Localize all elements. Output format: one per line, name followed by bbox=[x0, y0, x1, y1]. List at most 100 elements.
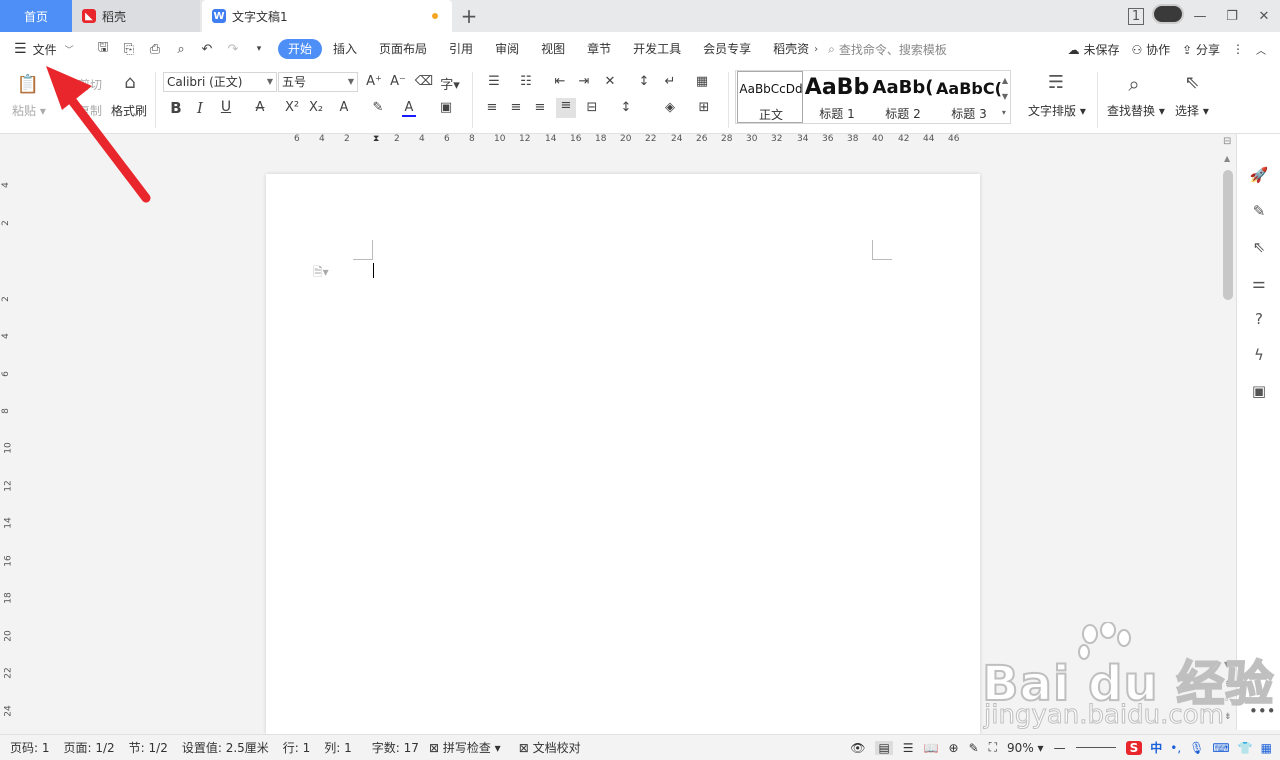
tab-insert[interactable]: 插入 bbox=[322, 39, 368, 59]
collab-button[interactable]: ⚇ 协作 bbox=[1132, 41, 1171, 58]
align-right-icon[interactable]: ≡ bbox=[530, 100, 550, 115]
status-pages[interactable]: 页面: 1/2 bbox=[64, 739, 115, 756]
tab-page-layout[interactable]: 页面布局 bbox=[368, 39, 438, 59]
style-normal[interactable]: AaBbCcDd 正文 bbox=[737, 71, 803, 123]
vertical-ruler[interactable]: 4 2 2 4 6 8 10 12 14 16 18 20 22 24 bbox=[0, 148, 16, 730]
sort-icon[interactable]: ↕ bbox=[634, 74, 654, 89]
indent-marker-icon[interactable]: ⧗ bbox=[373, 134, 381, 148]
font-color-icon[interactable]: A bbox=[402, 100, 416, 117]
document-page[interactable]: 🗎▾ bbox=[266, 174, 980, 734]
strikethrough-icon[interactable]: A bbox=[250, 100, 270, 115]
paragraph-icon[interactable]: 🗎▾ bbox=[313, 263, 329, 284]
style-heading-3[interactable]: AaBbC( 标题 3 bbox=[936, 71, 1002, 123]
numbering-icon[interactable]: ☷ bbox=[516, 74, 536, 89]
tab-chapter[interactable]: 章节 bbox=[576, 39, 622, 59]
print-icon[interactable]: ⎙ bbox=[144, 42, 166, 57]
redo-icon[interactable]: ↷ bbox=[222, 42, 244, 57]
font-name-select[interactable]: Calibri (正文) ▼ bbox=[163, 72, 277, 92]
pen-icon[interactable]: ✎ bbox=[1249, 202, 1269, 222]
fit-page-icon[interactable]: ⛶ bbox=[989, 740, 997, 755]
close-button[interactable]: ✕ bbox=[1248, 9, 1280, 24]
read-view-icon[interactable]: 📖 bbox=[924, 741, 939, 755]
ime-toolbar[interactable]: S 中 •, 🎙 ⌨ 👕 ▦ bbox=[1125, 739, 1272, 756]
line-spacing-icon[interactable]: ↕ bbox=[616, 100, 636, 115]
justify-icon[interactable]: ≡ bbox=[556, 98, 576, 118]
gallery-icon[interactable]: ▣ bbox=[1249, 382, 1269, 402]
scroll-up-icon[interactable]: ▲ bbox=[1224, 154, 1230, 163]
font-size-select[interactable]: 五号 ▼ bbox=[278, 72, 358, 92]
style-heading-1[interactable]: AaBb 标题 1 bbox=[804, 71, 870, 123]
paste-icon[interactable]: 📋 bbox=[16, 74, 40, 98]
add-tab-button[interactable]: + bbox=[452, 0, 486, 32]
doc-check-button[interactable]: ⊠ 文档校对 bbox=[519, 739, 581, 756]
sliders-icon[interactable]: ⚌ bbox=[1249, 274, 1269, 294]
pointer-icon[interactable]: ⇖ bbox=[1249, 238, 1269, 258]
shading-icon[interactable]: ◈ bbox=[660, 100, 680, 115]
web-view-icon[interactable]: ⊕ bbox=[949, 741, 959, 755]
tab-home[interactable]: 首页 bbox=[0, 0, 72, 32]
select-button[interactable]: 选择 ▾ bbox=[1175, 102, 1209, 119]
increase-indent-icon[interactable]: ⇥ bbox=[574, 74, 594, 89]
superscript-icon[interactable]: X² bbox=[282, 100, 302, 115]
tab-references[interactable]: 引用 bbox=[438, 39, 484, 59]
bullets-icon[interactable]: ☰ bbox=[484, 74, 504, 89]
tab-daoke-resources[interactable]: 稻壳资 bbox=[762, 39, 820, 59]
text-effect-icon[interactable]: A bbox=[334, 100, 354, 115]
page-badge-icon[interactable]: 1 bbox=[1120, 7, 1152, 25]
scrollbar-thumb[interactable] bbox=[1223, 170, 1233, 300]
lightning-icon[interactable]: ϟ bbox=[1249, 346, 1269, 366]
share-button[interactable]: ⇪ 分享 bbox=[1182, 41, 1220, 58]
underline-button[interactable]: U bbox=[216, 99, 236, 115]
status-page-number[interactable]: 页码: 1 bbox=[10, 739, 50, 756]
text-layout-button[interactable]: 文字排版 ▾ bbox=[1028, 102, 1086, 119]
zoom-slider[interactable] bbox=[1075, 747, 1116, 748]
tab-review[interactable]: 审阅 bbox=[484, 39, 530, 59]
outline-view-icon[interactable]: ☰ bbox=[903, 741, 914, 755]
tab-daoke[interactable]: ◣ 稻壳 bbox=[72, 0, 200, 32]
style-heading-2[interactable]: AaBb( 标题 2 bbox=[870, 71, 936, 123]
status-row[interactable]: 行: 1 bbox=[283, 739, 311, 756]
more-tabs-icon[interactable]: › bbox=[814, 44, 818, 55]
write-view-icon[interactable]: ✎ bbox=[969, 741, 979, 755]
tab-document[interactable]: W 文字文稿1 bbox=[202, 0, 452, 32]
more-icon[interactable]: ⋮ bbox=[1232, 42, 1244, 56]
highlight-icon[interactable]: ✎ bbox=[368, 100, 388, 115]
chinese-layout-icon[interactable]: ✕ bbox=[600, 74, 620, 89]
horizontal-ruler[interactable]: ⧗ 6 4 2 2 4 6 8 10 12 14 16 18 20 22 24 26 28 30 32 34 36 38 4… bbox=[0, 134, 1222, 148]
tab-view[interactable]: 视图 bbox=[530, 39, 576, 59]
distribute-icon[interactable]: ⊟ bbox=[582, 100, 602, 115]
italic-button[interactable]: I bbox=[190, 99, 210, 117]
bold-button[interactable]: B bbox=[166, 99, 186, 117]
export-pdf-icon[interactable]: ⎘ bbox=[118, 42, 140, 57]
customize-chevron-icon[interactable]: ▾ bbox=[248, 44, 270, 54]
minimize-button[interactable]: — bbox=[1184, 9, 1216, 24]
help-icon[interactable]: ? bbox=[1249, 310, 1269, 330]
decrease-indent-icon[interactable]: ⇤ bbox=[550, 74, 570, 89]
restore-button[interactable]: ❐ bbox=[1216, 9, 1248, 24]
clear-format-icon[interactable]: ⌫ bbox=[414, 74, 434, 89]
grow-font-icon[interactable]: A⁺ bbox=[364, 74, 384, 89]
find-replace-button[interactable]: 查找替换 ▾ bbox=[1107, 102, 1165, 119]
subscript-icon[interactable]: X₂ bbox=[306, 100, 326, 115]
status-setting[interactable]: 设置值: 2.5厘米 bbox=[182, 739, 269, 756]
avatar[interactable] bbox=[1152, 4, 1184, 28]
zoom-select[interactable]: 90% ▾ bbox=[1007, 741, 1044, 755]
eye-protect-icon[interactable]: 👁 bbox=[850, 741, 865, 755]
style-scroll-icon[interactable]: ▲ ▼ ▾ bbox=[1002, 73, 1008, 121]
page-view-icon[interactable]: ▤ bbox=[875, 740, 893, 755]
tab-developer[interactable]: 开发工具 bbox=[622, 39, 692, 59]
shrink-font-icon[interactable]: A⁻ bbox=[388, 74, 408, 89]
collapse-ribbon-icon[interactable]: ︿ bbox=[1256, 42, 1266, 57]
select-icon[interactable]: ⇖ bbox=[1180, 72, 1204, 96]
vertical-scrollbar[interactable]: ⊟ ▲ ▼ ⇞ ◦ ⇟ bbox=[1220, 134, 1236, 730]
table-tools-icon[interactable]: ▦ bbox=[692, 74, 712, 89]
tab-member[interactable]: 会员专享 bbox=[692, 39, 762, 59]
status-word-count[interactable]: 字数: 17 bbox=[372, 739, 419, 756]
spell-check-button[interactable]: ⊠ 拼写检查 ▾ bbox=[429, 739, 501, 756]
status-col[interactable]: 列: 1 bbox=[324, 739, 352, 756]
undo-icon[interactable]: ↶ bbox=[196, 42, 218, 57]
split-view-icon[interactable]: ⊟ bbox=[1223, 136, 1231, 147]
unsaved-button[interactable]: ☁ 未保存 bbox=[1068, 41, 1120, 58]
char-border-icon[interactable]: ▣ bbox=[436, 100, 456, 115]
align-center-icon[interactable]: ≡ bbox=[506, 100, 526, 115]
